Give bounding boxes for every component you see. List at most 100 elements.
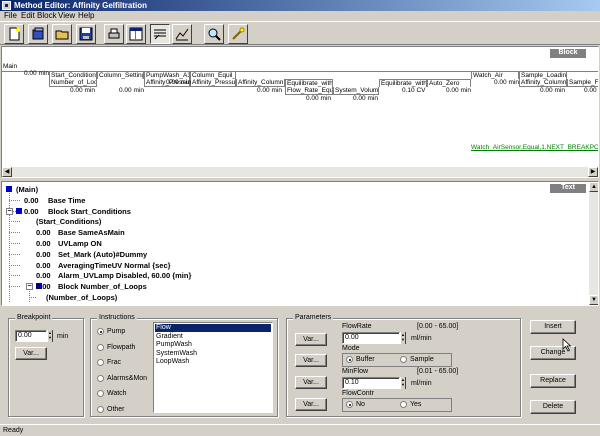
- flowrate-range: [0.00 - 65.00]: [417, 323, 459, 330]
- block-start-conditions[interactable]: Start_Conditions: [49, 71, 97, 79]
- value-equilibrate: 0.10 CV: [402, 87, 426, 94]
- block-watch-air[interactable]: Watch_Air: [471, 71, 519, 79]
- delete-button[interactable]: Delete: [530, 400, 576, 414]
- tree-row-time: 0.00: [36, 249, 51, 259]
- value-column-equil-a: 0.00 min: [257, 87, 282, 94]
- layout-icon: [129, 27, 143, 41]
- scroll-up-icon[interactable]: ▲: [589, 182, 598, 192]
- tree-row-text: Block Number_of_Loops: [58, 282, 147, 292]
- insert-button[interactable]: Insert: [530, 320, 576, 334]
- block-sample-f[interactable]: Sample_F: [567, 79, 598, 87]
- value-start-conditions: 0.00 min: [70, 87, 95, 94]
- tree-connector: [9, 264, 21, 266]
- minflow-var-button[interactable]: Var...: [295, 376, 327, 389]
- flowrate-var-button[interactable]: Var...: [295, 333, 327, 346]
- block-column-setting[interactable]: Column_Setting: [97, 71, 144, 79]
- menu-block[interactable]: Block: [37, 11, 57, 21]
- instruction-radio[interactable]: [97, 343, 104, 351]
- wand-button[interactable]: [228, 24, 248, 44]
- scroll-down-icon[interactable]: ▼: [589, 295, 598, 305]
- block-equilibrate-with-2[interactable]: Equilibrate_with: [379, 79, 427, 87]
- minflow-input[interactable]: 0.10: [342, 377, 400, 389]
- tree-row-text: Base SameAsMain: [58, 228, 125, 238]
- search-icon: [208, 28, 221, 41]
- mode-sample-radio[interactable]: [400, 356, 407, 363]
- replace-button[interactable]: Replace: [530, 374, 576, 388]
- instruction-radio[interactable]: [97, 390, 104, 397]
- wand-icon: [232, 27, 245, 40]
- block-affinity-pressure-2[interactable]: Affinity_Pressur: [190, 79, 236, 87]
- instruction-radio[interactable]: [97, 405, 104, 413]
- menu-help[interactable]: Help: [78, 11, 94, 21]
- breakpoint-var-button[interactable]: Var...: [15, 347, 47, 360]
- instruction-radio[interactable]: [97, 374, 104, 382]
- instruction-list-item[interactable]: PumpWash: [155, 341, 271, 349]
- tree-row-text: UVLamp ON: [58, 239, 102, 248]
- save-icon: [79, 27, 93, 41]
- main-value: 0.00 min: [24, 70, 49, 77]
- instruction-list-item[interactable]: SystemWash: [155, 350, 271, 358]
- flowrate-spinner[interactable]: ▲ ▼: [400, 332, 406, 344]
- value-column-setting: 0.00 min: [119, 87, 144, 94]
- block-pumpwash-a1[interactable]: PumpWash_A1: [144, 71, 190, 79]
- breakpoint-unit: min: [57, 333, 69, 340]
- layout-button[interactable]: [126, 24, 146, 44]
- menu-bar: File Edit Block View Help: [0, 11, 600, 21]
- tree-connector: [9, 275, 21, 277]
- print-button[interactable]: [104, 24, 124, 44]
- minflow-spinner[interactable]: ▲ ▼: [400, 377, 406, 389]
- breakpoint-input[interactable]: 0.00: [15, 330, 47, 342]
- scroll-left-icon[interactable]: ◀: [2, 167, 12, 177]
- collapse-icon[interactable]: −: [6, 207, 13, 215]
- flowrate-label: FlowRate: [342, 323, 372, 330]
- block-sample-loading[interactable]: Sample_Loadin: [519, 71, 567, 79]
- save-button[interactable]: [76, 24, 96, 44]
- flowcontr-yes-radio[interactable]: [400, 401, 407, 408]
- graph-view-button[interactable]: [172, 24, 192, 44]
- scroll-right-icon[interactable]: ▶: [588, 167, 598, 177]
- block-square-icon: [16, 207, 22, 214]
- value-flow-rate: 0.00 min: [306, 95, 331, 102]
- flowcontr-var-button[interactable]: Var...: [295, 398, 327, 411]
- flowrate-input[interactable]: 0.00: [342, 332, 400, 344]
- block-column-equil-a[interactable]: Column_Equil_A: [190, 71, 236, 79]
- open-icon: [32, 27, 44, 40]
- new-file-button[interactable]: [4, 24, 24, 44]
- search-button[interactable]: [204, 24, 224, 44]
- breakpoint-spinner[interactable]: ▲ ▼: [47, 330, 53, 342]
- tree-row-text: Base SameAsMain: [68, 303, 135, 305]
- tree-connector: [9, 253, 21, 255]
- block-auto-zero[interactable]: Auto_Zero: [427, 79, 471, 87]
- tree-vscrollbar[interactable]: ▲ ▼: [589, 182, 598, 305]
- block-number-of-loops[interactable]: Number_of_Loo: [49, 79, 97, 87]
- collapse-icon[interactable]: −: [26, 283, 33, 291]
- value-system-volume: 0.00 min: [353, 95, 378, 102]
- instruction-list-item[interactable]: Gradient: [155, 333, 271, 341]
- instruction-radio[interactable]: [97, 359, 104, 366]
- open-button[interactable]: [28, 24, 48, 44]
- block-system-volume[interactable]: System_Volume: [333, 87, 379, 95]
- block-affinity-column-2[interactable]: Affinity_Column: [519, 79, 567, 87]
- menu-edit[interactable]: Edit: [21, 11, 35, 21]
- tree-row-text: Alarm_UVLamp Disabled, 60.00 {min}: [58, 271, 192, 281]
- graph-hscrollbar[interactable]: ◀ ▶: [2, 167, 598, 177]
- text-view-button[interactable]: [150, 24, 170, 44]
- flowcontr-no-radio[interactable]: [346, 401, 353, 408]
- instruction-list-item[interactable]: Flow: [155, 324, 271, 332]
- mode-var-button[interactable]: Var...: [295, 354, 327, 367]
- menu-view[interactable]: View: [58, 11, 75, 21]
- main-label: Main: [2, 63, 22, 71]
- block-flow-rate-equ[interactable]: Flow_Rate_Equ: [285, 87, 333, 95]
- instruction-radio-label: Pump: [107, 328, 126, 335]
- instruction-radio-label: Frac: [107, 359, 121, 366]
- instruction-radio[interactable]: [97, 328, 104, 335]
- mode-buffer-radio[interactable]: [346, 356, 353, 363]
- app-icon: [2, 1, 11, 10]
- menu-file[interactable]: File: [4, 11, 17, 21]
- watch-airsensor-link[interactable]: Watch_AirSensor,Equal,1,NEXT_BREAKPO: [471, 144, 598, 152]
- instruction-listbox[interactable]: Flow Gradient PumpWash SystemWash LoopWash: [153, 322, 273, 413]
- block-affinity-column-1[interactable]: Affinity_Column: [236, 79, 285, 87]
- open-folder-button[interactable]: [52, 24, 72, 44]
- instruction-list-item[interactable]: LoopWash: [155, 358, 271, 366]
- block-equilibrate-with-1[interactable]: Equilibrate_with: [285, 79, 333, 87]
